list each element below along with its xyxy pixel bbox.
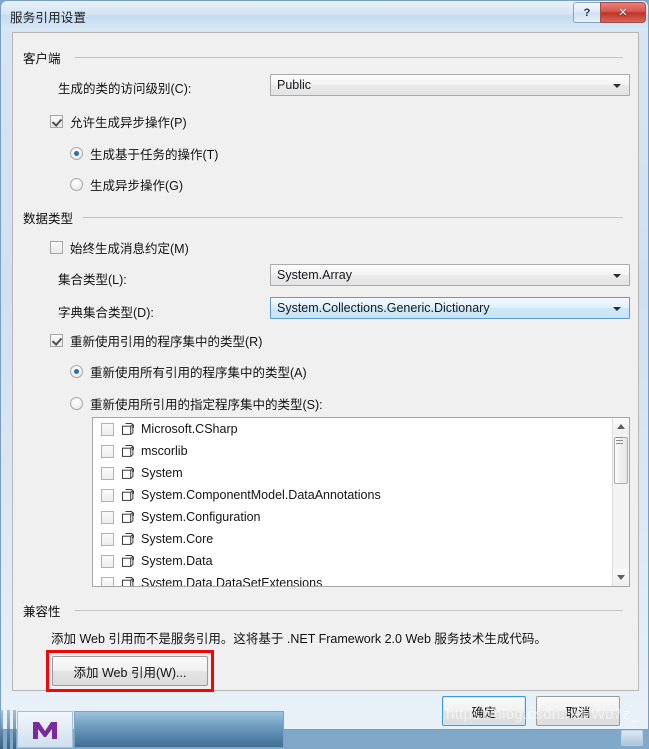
assembly-name: System.Core — [141, 532, 214, 546]
assembly-icon — [121, 510, 135, 524]
group-datatype-title: 数据类型 — [23, 208, 82, 227]
reuse-specified-radio-row[interactable]: 重新使用所引用的指定程序集中的类型(S): — [70, 394, 323, 413]
reuse-types-checkbox-row[interactable]: 重新使用引用的程序集中的类型(R) — [50, 331, 262, 350]
assembly-name: System.Data.DataSetExtensions — [141, 576, 323, 587]
async-op-label: 生成异步操作(G) — [90, 179, 184, 193]
group-compatibility-title: 兼容性 — [23, 601, 69, 620]
assembly-name: mscorlib — [141, 444, 188, 458]
assembly-name: System.ComponentModel.DataAnnotations — [141, 488, 381, 502]
taskbar-tray-icon[interactable] — [621, 730, 643, 746]
dialog-content-panel: 客户端 生成的类的访问级别(C): Public 允许生成异步操作(P) 生成基… — [12, 32, 639, 692]
title-bar[interactable]: 服务引用设置 ? ✕ — [1, 1, 648, 30]
assembly-list-item[interactable]: mscorlib — [93, 440, 629, 462]
allow-async-label: 允许生成异步操作(P) — [70, 116, 187, 130]
taskbar-divider — [0, 710, 3, 749]
taskbar-app-button[interactable] — [17, 711, 73, 748]
assembly-list-item[interactable]: System.Data — [93, 550, 629, 572]
task-based-radio[interactable] — [70, 147, 83, 160]
async-op-radio[interactable] — [70, 178, 83, 191]
assembly-list-scrollbar[interactable] — [612, 418, 629, 586]
watermark-text: https://blog.csdn.net/Wu7z_ — [446, 706, 639, 723]
assembly-checkbox[interactable] — [101, 444, 114, 458]
window-buttons: ? ✕ — [573, 2, 646, 23]
collection-type-value: System.Array — [277, 268, 353, 282]
chevron-down-icon — [613, 307, 621, 311]
assembly-checkbox[interactable] — [101, 576, 114, 586]
access-level-value: Public — [277, 78, 312, 92]
assembly-list-item[interactable]: Microsoft.CSharp — [93, 418, 629, 440]
taskbar-divider — [7, 710, 10, 749]
reuse-all-label: 重新使用所有引用的程序集中的类型(A) — [90, 366, 307, 380]
scrollbar-grip-icon — [616, 437, 623, 444]
compatibility-description: 添加 Web 引用而不是服务引用。这将基于 .NET Framework 2.0… — [51, 632, 547, 646]
assembly-name: System.Data — [141, 554, 213, 568]
taskbar-divider — [13, 710, 16, 749]
window-title: 服务引用设置 — [10, 11, 87, 25]
assembly-icon — [121, 444, 135, 458]
assembly-checkbox[interactable] — [101, 554, 114, 568]
reuse-types-label: 重新使用引用的程序集中的类型(R) — [70, 335, 263, 349]
scroll-down-arrow-icon[interactable] — [613, 569, 629, 586]
add-web-reference-button[interactable]: 添加 Web 引用(W)... — [52, 656, 208, 686]
assembly-list-item[interactable]: System.Data.DataSetExtensions — [93, 572, 629, 587]
assembly-checkbox[interactable] — [101, 488, 114, 502]
assembly-icon — [121, 532, 135, 546]
assembly-name: Microsoft.CSharp — [141, 422, 238, 436]
group-datatype-divider — [83, 217, 623, 218]
assembly-list-item[interactable]: System.Core — [93, 528, 629, 550]
dictionary-type-value: System.Collections.Generic.Dictionary — [277, 301, 490, 315]
assembly-icon — [121, 576, 135, 586]
service-reference-settings-dialog: 服务引用设置 ? ✕ 客户端 生成的类的访问级别(C): Public 允许生成… — [0, 0, 649, 730]
dictionary-type-combobox[interactable]: System.Collections.Generic.Dictionary — [270, 297, 630, 319]
collection-type-label: 集合类型(L): — [58, 273, 127, 287]
scrollbar-thumb[interactable] — [614, 437, 628, 484]
dictionary-type-label: 字典集合类型(D): — [58, 306, 154, 320]
access-level-label: 生成的类的访问级别(C): — [58, 82, 192, 96]
group-client-divider — [75, 57, 623, 58]
assembly-icon — [121, 466, 135, 480]
reuse-specified-label: 重新使用所引用的指定程序集中的类型(S): — [90, 398, 323, 412]
async-op-radio-row[interactable]: 生成异步操作(G) — [70, 175, 183, 194]
assembly-checkbox[interactable] — [101, 510, 114, 524]
access-level-combobox[interactable]: Public — [270, 74, 630, 96]
assembly-checkbox[interactable] — [101, 422, 114, 436]
group-datatype: 数据类型 — [23, 208, 623, 227]
help-button[interactable]: ? — [573, 2, 601, 23]
allow-async-checkbox-row[interactable]: 允许生成异步操作(P) — [50, 112, 187, 131]
group-compatibility: 兼容性 — [23, 601, 623, 620]
assembly-list-item[interactable]: System — [93, 462, 629, 484]
assembly-icon — [121, 488, 135, 502]
group-client: 客户端 — [23, 48, 623, 67]
assembly-list-item[interactable]: System.ComponentModel.DataAnnotations — [93, 484, 629, 506]
collection-type-combobox[interactable]: System.Array — [270, 264, 630, 286]
assembly-list-rows: Microsoft.CSharp mscorlib System System.Com… — [93, 418, 629, 587]
scroll-up-arrow-icon[interactable] — [613, 418, 629, 435]
chevron-down-icon — [613, 274, 621, 278]
group-client-title: 客户端 — [23, 48, 69, 67]
assembly-checkbox[interactable] — [101, 466, 114, 480]
reuse-all-radio-row[interactable]: 重新使用所有引用的程序集中的类型(A) — [70, 362, 307, 381]
assembly-icon — [121, 422, 135, 436]
reuse-specified-radio[interactable] — [70, 397, 83, 410]
always-message-contract-label: 始终生成消息约定(M) — [70, 242, 189, 256]
close-button[interactable]: ✕ — [600, 2, 646, 23]
reuse-types-checkbox[interactable] — [50, 334, 63, 347]
group-compatibility-divider — [75, 610, 623, 611]
assembly-name: System.Configuration — [141, 510, 261, 524]
assembly-list-item[interactable]: System.Configuration — [93, 506, 629, 528]
assembly-checkbox[interactable] — [101, 532, 114, 546]
allow-async-checkbox[interactable] — [50, 115, 63, 128]
chevron-down-icon — [613, 84, 621, 88]
task-based-radio-row[interactable]: 生成基于任务的操作(T) — [70, 144, 218, 163]
taskbar-window-button[interactable] — [74, 711, 284, 748]
task-based-label: 生成基于任务的操作(T) — [90, 148, 219, 162]
assembly-name: System — [141, 466, 183, 480]
assembly-icon — [121, 554, 135, 568]
app-logo-icon — [33, 721, 57, 739]
always-message-contract-checkbox[interactable] — [50, 241, 63, 254]
always-message-contract-row[interactable]: 始终生成消息约定(M) — [50, 238, 189, 257]
reuse-all-radio[interactable] — [70, 365, 83, 378]
assembly-listbox[interactable]: Microsoft.CSharp mscorlib System System.Com… — [92, 417, 630, 587]
